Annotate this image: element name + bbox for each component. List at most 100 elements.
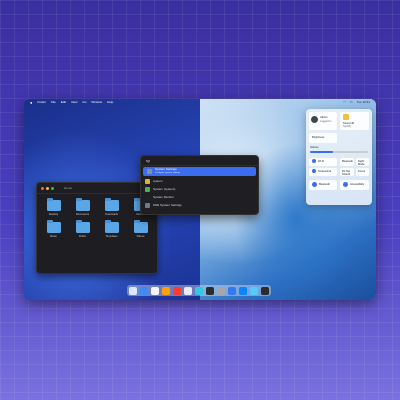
finder-titlebar[interactable]: Home [37,183,157,194]
toggle-tile[interactable]: Night Mode [356,158,369,166]
music-icon[interactable] [239,286,247,295]
tile-label: Accessibility [350,183,365,186]
tile-label: Night Mode [358,160,365,166]
desktop-screen: ● Finder File Edit View Go Window Help ◠… [24,99,376,300]
folder-label: Templates [105,235,118,238]
folder-icon [46,220,61,233]
dock [127,285,271,296]
user-status: Logged in [320,120,332,123]
user-name: Adrien [320,116,328,119]
wifi-icon [312,159,316,163]
folder-icon [75,220,90,233]
result-label: system [153,179,163,183]
menu-item-file[interactable]: File [51,100,56,104]
launcher-query-text: sy [146,158,150,163]
bluetooth-icon [312,182,317,187]
accessibility-tile[interactable]: Accessibility [340,180,369,190]
launcher-result[interactable]: System (system) [141,185,258,193]
tile-label: Screenshot [318,170,332,173]
folder-item[interactable]: Desktop [41,198,66,216]
launchpad-icon[interactable] [261,286,269,295]
pencil-icon [145,178,150,184]
finder-path: Home [64,186,73,190]
menu-item-edit[interactable]: Edit [61,100,66,104]
folder-item[interactable]: Documents [70,198,95,216]
launcher-result[interactable]: system [141,177,258,185]
bluetooth-tile[interactable]: Bluetooth [309,180,337,190]
kde-settings-icon [145,202,150,208]
launcher-result[interactable]: KDE System Settings [141,201,258,209]
folder-item[interactable]: Videos [128,220,153,238]
control-center: Adrien Logged in Sound 40 Spotify Bright… [306,109,372,205]
folder-label: Documents [75,213,90,216]
clock[interactable]: Tue 10:41 [357,100,370,104]
battery-icon[interactable]: ▭ [350,100,353,104]
folder-item[interactable]: Music [41,220,66,238]
folder-label: Music [50,235,57,238]
minimize-button[interactable] [46,186,49,190]
result-label: System Monitor [153,195,174,199]
now-playing-sub: Spotify [343,125,351,128]
close-button[interactable] [41,186,44,190]
folder-grid: Desktop Documents Downloads Movies Music… [37,194,157,244]
brightness-tile[interactable]: Brightness [309,133,337,143]
volume-slider[interactable] [310,151,368,153]
now-playing-tile[interactable]: Sound 40 Spotify [340,112,369,130]
screenshot-icon [312,169,316,173]
folder-label: Videos [136,235,145,238]
folder-item[interactable]: Templates [99,220,124,238]
notes-icon[interactable] [151,286,159,295]
result-sub: Configure system settings [155,171,181,174]
wifi-icon[interactable]: ◠ [343,100,346,104]
menu-item-go[interactable]: Go [82,100,86,104]
folder-icon [75,198,90,211]
user-tile[interactable]: Adrien Logged in [309,112,337,130]
menu-bar-status: ◠ ▭ Tue 10:41 [343,99,370,105]
folder-item[interactable]: Downloads [99,198,124,216]
settings-icon [147,169,152,174]
tile-label: Bluetooth [319,183,330,186]
launcher-search-input[interactable]: sy [141,156,258,166]
accessibility-icon [343,182,348,187]
monitor-icon [145,194,150,200]
zoom-button[interactable] [51,186,54,190]
appstore-icon[interactable] [228,286,236,295]
vscode-icon[interactable] [195,286,203,295]
menu-item-help[interactable]: Help [107,100,113,104]
toggle-tile[interactable]: Do Not Disturb [340,168,354,176]
maps-icon[interactable] [173,286,181,295]
folder-item[interactable]: Public [70,220,95,238]
tile-label: Bluetooth [342,160,353,163]
system-icon [145,186,150,192]
app-launcher[interactable]: sy System Settings Configure system sett… [140,155,259,215]
toggle-tile[interactable]: Bluetooth [340,158,354,166]
tile-label: Do Not Disturb [342,170,351,176]
tile-label: Focus [358,170,366,173]
toggle-tile[interactable]: Wi-Fi [309,158,337,166]
launcher-result[interactable]: System Monitor [141,193,258,201]
folder-icon [104,220,119,233]
brightness-label: Brightness [312,136,325,139]
folder-icon [104,198,119,211]
folder-icon [46,198,61,211]
volume-control: Volume [309,146,369,156]
finder-icon[interactable] [129,286,137,295]
folder-label: Public [78,235,87,238]
menu-item-view[interactable]: View [71,100,77,104]
xcode-icon[interactable] [217,286,225,295]
toggle-tile[interactable]: Focus [356,168,369,176]
photos-icon[interactable] [162,286,170,295]
obsidian-icon[interactable] [206,286,214,295]
avatar [311,116,318,123]
result-label: KDE System Settings [153,203,182,207]
menu-item-finder[interactable]: Finder [37,100,46,104]
settings-icon[interactable] [250,286,258,295]
album-art-icon [343,114,349,120]
launcher-result[interactable]: System Settings Configure system setting… [143,167,256,176]
menu-item-window[interactable]: Window [91,100,102,104]
apple-icon[interactable]: ● [30,100,32,105]
toggle-tile[interactable]: Screenshot [309,168,337,176]
safari-icon[interactable] [140,286,148,295]
terminal-icon[interactable] [184,286,192,295]
volume-label: Volume [310,146,319,149]
